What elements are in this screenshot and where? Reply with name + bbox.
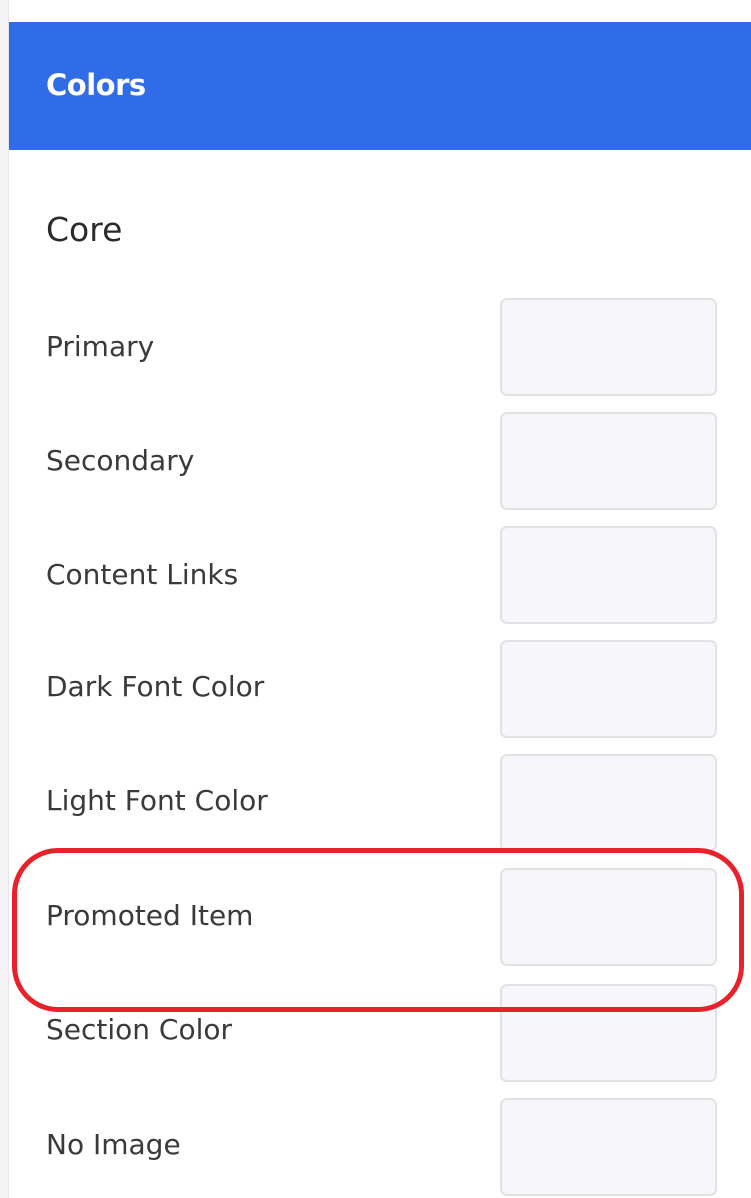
colors-settings-panel: Colors Core Primary Secondary Content Li… (0, 0, 751, 1198)
row-label-primary: Primary (46, 330, 155, 363)
primary-color-swatch[interactable] (500, 298, 717, 396)
row-label-section-color: Section Color (46, 1013, 233, 1046)
row-label-secondary: Secondary (46, 444, 195, 477)
row-label-dark-font-color: Dark Font Color (46, 670, 265, 703)
light-font-color-swatch[interactable] (500, 754, 717, 852)
row-label-no-image: No Image (46, 1128, 181, 1161)
no-image-color-swatch[interactable] (500, 1098, 717, 1196)
colors-header: Colors (9, 22, 751, 150)
header-title: Colors (46, 68, 146, 102)
content-links-color-swatch[interactable] (500, 526, 717, 624)
row-label-promoted-item: Promoted Item (46, 899, 254, 932)
panel-left-border (0, 0, 9, 1198)
secondary-color-swatch[interactable] (500, 412, 717, 510)
section-title-core: Core (46, 210, 123, 249)
dark-font-color-swatch[interactable] (500, 640, 717, 738)
section-color-swatch[interactable] (500, 984, 717, 1082)
row-label-light-font-color: Light Font Color (46, 784, 268, 817)
promoted-item-color-swatch[interactable] (500, 868, 717, 966)
row-label-content-links: Content Links (46, 558, 239, 591)
